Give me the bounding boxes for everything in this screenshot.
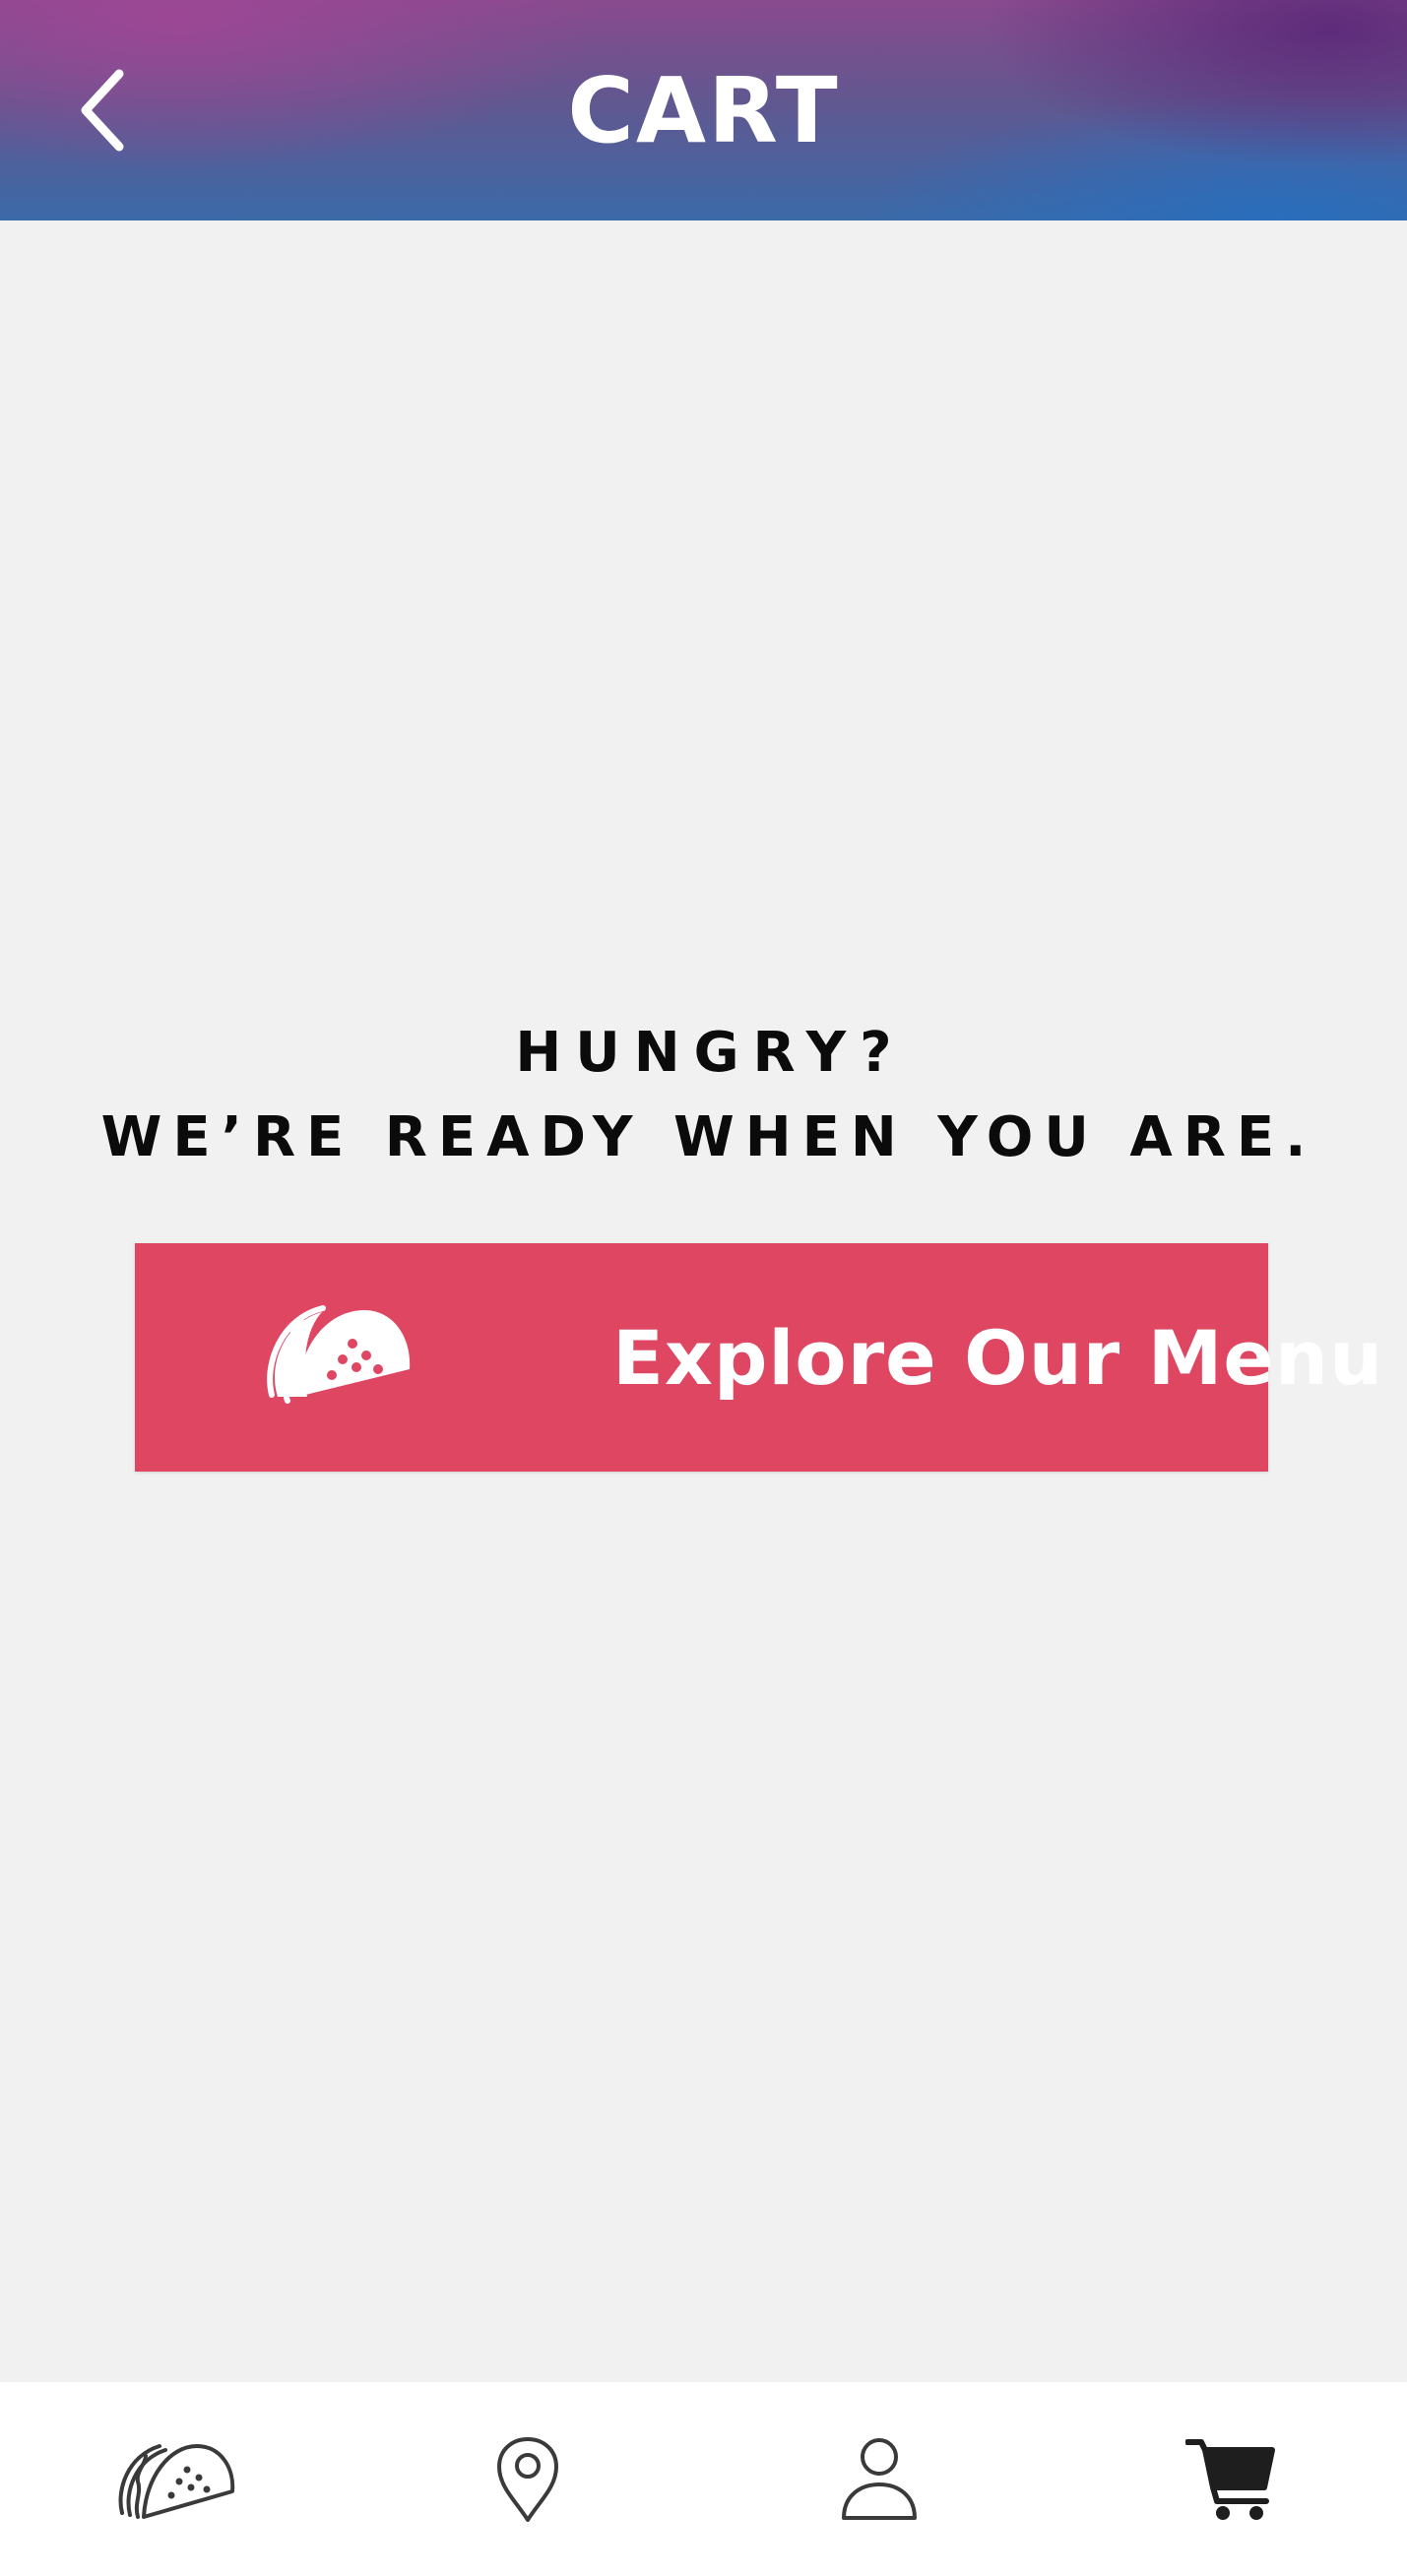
app: CART HUNGRY? WE’RE READY WHEN YOU ARE. E… bbox=[0, 0, 1407, 2576]
nav-item-account[interactable] bbox=[704, 2382, 1055, 2576]
taco-icon bbox=[118, 2443, 234, 2519]
bottom-nav bbox=[0, 2382, 1407, 2576]
cart-icon bbox=[1185, 2438, 1276, 2520]
nav-item-cart[interactable] bbox=[1055, 2382, 1407, 2576]
location-pin-icon bbox=[496, 2436, 558, 2522]
empty-cart-headline: HUNGRY? bbox=[515, 1021, 906, 1085]
explore-menu-label: Explore Our Menu bbox=[612, 1313, 1384, 1402]
empty-cart-message: HUNGRY? WE’RE READY WHEN YOU ARE. bbox=[0, 1014, 1407, 1183]
page-title: CART bbox=[567, 58, 840, 163]
header: CART bbox=[0, 0, 1407, 220]
empty-cart-subline: WE’RE READY WHEN YOU ARE. bbox=[100, 1105, 1317, 1169]
taco-icon bbox=[267, 1305, 411, 1404]
user-icon bbox=[842, 2437, 918, 2520]
explore-menu-button[interactable]: Explore Our Menu bbox=[135, 1243, 1382, 1472]
nav-item-locations[interactable] bbox=[352, 2382, 703, 2576]
nav-item-menu[interactable] bbox=[0, 2382, 352, 2576]
